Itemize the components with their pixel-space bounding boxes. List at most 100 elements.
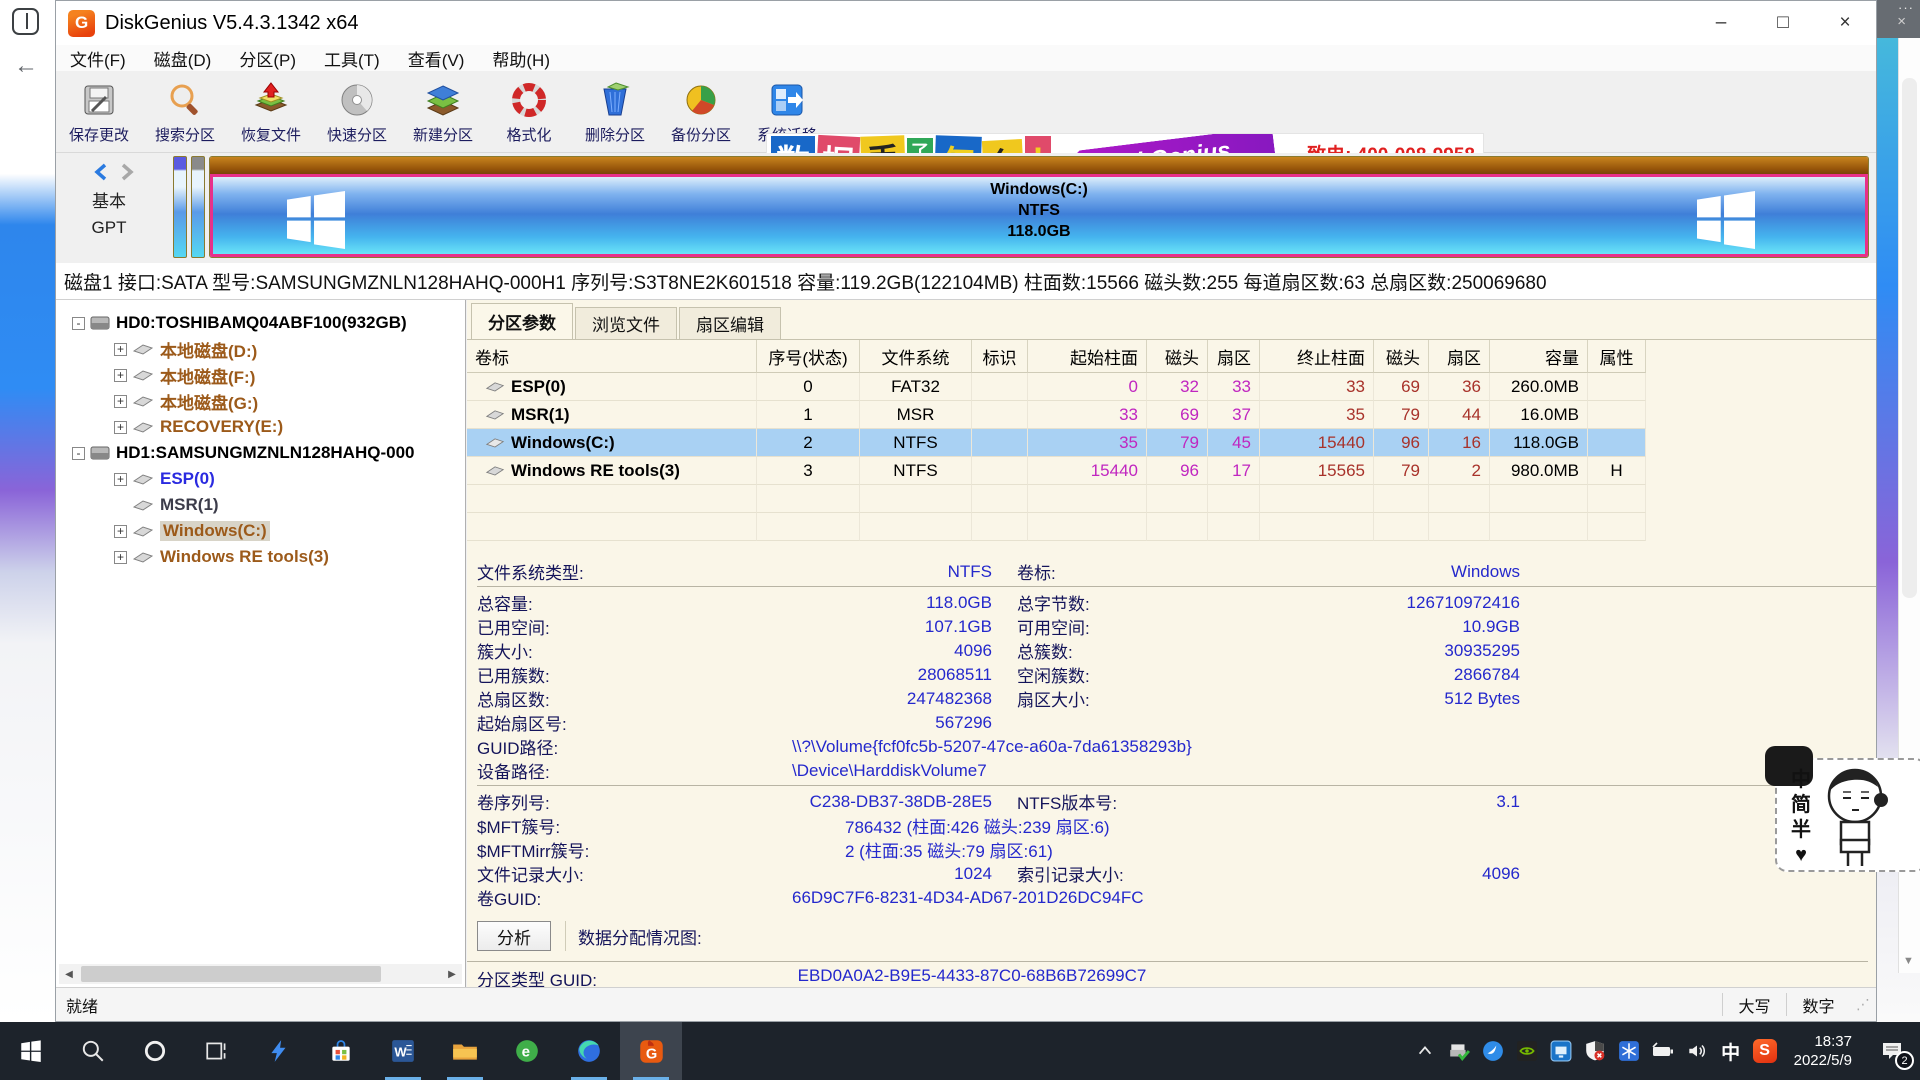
detail-value: 2866784 [1232, 665, 1520, 685]
taskbar-clock[interactable]: 18:37 2022/5/9 [1782, 1032, 1864, 1070]
tree-horizontal-scrollbar[interactable]: ◀ ▶ [59, 964, 462, 984]
menu-disk[interactable]: 磁盘(D) [140, 46, 226, 71]
titlebar: G DiskGenius V5.4.3.1342 x64 – □ × [56, 1, 1876, 45]
taskbar-app-explorer[interactable] [434, 1022, 496, 1080]
menu-tools[interactable]: 工具(T) [310, 46, 394, 71]
tree-item-local-f[interactable]: + 本地磁盘(F:) [62, 362, 465, 388]
cortana-button[interactable] [124, 1022, 186, 1080]
clock-time: 18:37 [1794, 1032, 1852, 1051]
resize-grip-icon[interactable]: ⋰ [1850, 996, 1876, 1013]
tree-item-hd0[interactable]: - HD0:TOSHIBAMQ04ABF100(932GB) [62, 310, 465, 336]
quick-partition-button[interactable]: 快速分区 [314, 71, 400, 152]
detail-label: 设备路径: [477, 758, 712, 783]
task-view-button[interactable] [186, 1022, 248, 1080]
partition-table-header: 卷标 序号(状态) 文件系统 标识 起始柱面 磁头 扇区 终止柱面 磁头 扇区 … [467, 340, 1876, 373]
scroll-left-icon[interactable]: ◀ [59, 964, 79, 984]
search-icon [164, 79, 206, 121]
tray-nvidia-icon[interactable] [1510, 1022, 1544, 1080]
msr-partition-bar[interactable] [191, 156, 205, 258]
cell: 17 [1208, 457, 1260, 485]
tray-messenger-icon[interactable] [1476, 1022, 1510, 1080]
taskbar-search-button[interactable] [62, 1022, 124, 1080]
tray-volume-icon[interactable] [1680, 1022, 1714, 1080]
tree-item-esp[interactable]: + ESP(0) [62, 466, 465, 492]
menu-file[interactable]: 文件(F) [56, 46, 140, 71]
table-row-windows-re[interactable]: Windows RE tools(3) 3 NTFS 15440 96 17 1… [467, 457, 1876, 485]
tree-item-windows-c[interactable]: + Windows(C:) [62, 518, 465, 544]
tab-browse-files[interactable]: 浏览文件 [575, 307, 677, 339]
taskbar-app-edge[interactable] [558, 1022, 620, 1080]
scrollbar-thumb[interactable] [81, 966, 381, 982]
back-arrow-icon[interactable]: ← [14, 52, 38, 80]
cell: 35 [1028, 429, 1147, 457]
tray-defender-icon[interactable] [1578, 1022, 1612, 1080]
tray-snowflake-icon[interactable] [1612, 1022, 1646, 1080]
collapse-icon[interactable]: - [72, 317, 85, 330]
expand-icon[interactable]: + [114, 395, 127, 408]
menu-partition[interactable]: 分区(P) [225, 46, 310, 71]
detail-label: 总簇数: [992, 638, 1232, 663]
table-row-esp[interactable]: ESP(0) 0 FAT32 0 32 33 33 69 36 260.0MB [467, 373, 1876, 401]
tree-item-windows-re[interactable]: + Windows RE tools(3) [62, 544, 465, 570]
maximize-button[interactable]: □ [1752, 1, 1814, 45]
search-partition-label: 搜索分区 [155, 124, 215, 145]
tree-item-msr[interactable]: + MSR(1) [62, 492, 465, 518]
format-button[interactable]: 格式化 [486, 71, 572, 152]
background-scrollbar-thumb[interactable] [1902, 78, 1917, 598]
recover-files-button[interactable]: 恢复文件 [228, 71, 314, 152]
start-button[interactable] [0, 1022, 62, 1080]
expand-icon[interactable]: + [114, 551, 127, 564]
next-disk-icon[interactable] [120, 163, 134, 181]
tray-printer-icon[interactable] [1442, 1022, 1476, 1080]
tab-partition-params[interactable]: 分区参数 [471, 303, 573, 339]
scroll-right-icon[interactable]: ▶ [442, 964, 462, 984]
minimize-button[interactable]: – [1690, 1, 1752, 45]
taskbar-app-diskgenius[interactable]: G [620, 1022, 682, 1080]
background-close-icon[interactable]: × [1897, 13, 1906, 30]
disk-capacity-strip [210, 157, 1868, 174]
col-filesystem: 文件系统 [860, 340, 972, 373]
taskbar-app-word[interactable]: W [372, 1022, 434, 1080]
scroll-down-icon[interactable]: ▼ [1903, 955, 1914, 967]
tree-label: 本地磁盘(F:) [160, 363, 255, 388]
new-partition-button[interactable]: 新建分区 [400, 71, 486, 152]
tray-intel-graphics-icon[interactable] [1544, 1022, 1578, 1080]
expand-icon[interactable]: + [114, 473, 127, 486]
expand-icon[interactable]: + [114, 369, 127, 382]
tray-ime-indicator[interactable]: 中 [1714, 1022, 1748, 1080]
tray-chevron-up-icon[interactable] [1408, 1022, 1442, 1080]
action-center-button[interactable]: 2 [1864, 1022, 1920, 1080]
taskbar-app-store[interactable] [310, 1022, 372, 1080]
esp-partition-bar[interactable] [173, 156, 187, 258]
delete-partition-button[interactable]: 删除分区 [572, 71, 658, 152]
tray-battery-icon[interactable] [1646, 1022, 1680, 1080]
tree-item-local-g[interactable]: + 本地磁盘(G:) [62, 388, 465, 414]
prev-disk-icon[interactable] [94, 163, 108, 181]
tree-item-local-d[interactable]: + 本地磁盘(D:) [62, 336, 465, 362]
windows-partition-bar[interactable]: Windows(C:) NTFS 118.0GB [209, 156, 1869, 258]
sticker-widget[interactable]: 中 简 半 ♥ [1775, 758, 1920, 872]
tree-item-hd1[interactable]: - HD1:SAMSUNGMZNLN128HAHQ-000 [62, 440, 465, 466]
detail-value: 30935295 [1232, 641, 1520, 661]
tab-sector-edit[interactable]: 扇区编辑 [679, 307, 781, 339]
browser-tab-icon[interactable] [12, 8, 39, 35]
backup-partition-button[interactable]: 备份分区 [658, 71, 744, 152]
tree-item-recovery-e[interactable]: + RECOVERY(E:) [62, 414, 465, 440]
expand-icon[interactable]: + [114, 421, 127, 434]
recover-files-label: 恢复文件 [241, 124, 301, 145]
taskbar-app-flash[interactable] [248, 1022, 310, 1080]
table-row-msr[interactable]: MSR(1) 1 MSR 33 69 37 35 79 44 16.0MB [467, 401, 1876, 429]
save-changes-button[interactable]: 保存更改 [56, 71, 142, 152]
expand-icon[interactable]: + [114, 343, 127, 356]
analyze-button[interactable]: 分析 [477, 921, 551, 951]
expand-icon[interactable]: + [114, 525, 127, 538]
menu-view[interactable]: 查看(V) [394, 46, 479, 71]
table-row-windows-c-selected[interactable]: Windows(C:) 2 NTFS 35 79 45 15440 96 16 … [467, 429, 1876, 457]
screen: ← ▼ ··· × G DiskGenius V5.4.3.1342 x64 –… [0, 0, 1920, 1080]
collapse-icon[interactable]: - [72, 447, 85, 460]
menu-help[interactable]: 帮助(H) [478, 46, 564, 71]
taskbar-app-360browser[interactable]: e [496, 1022, 558, 1080]
tray-sogou-icon[interactable]: S [1748, 1022, 1782, 1080]
close-button[interactable]: × [1814, 1, 1876, 45]
search-partition-button[interactable]: 搜索分区 [142, 71, 228, 152]
